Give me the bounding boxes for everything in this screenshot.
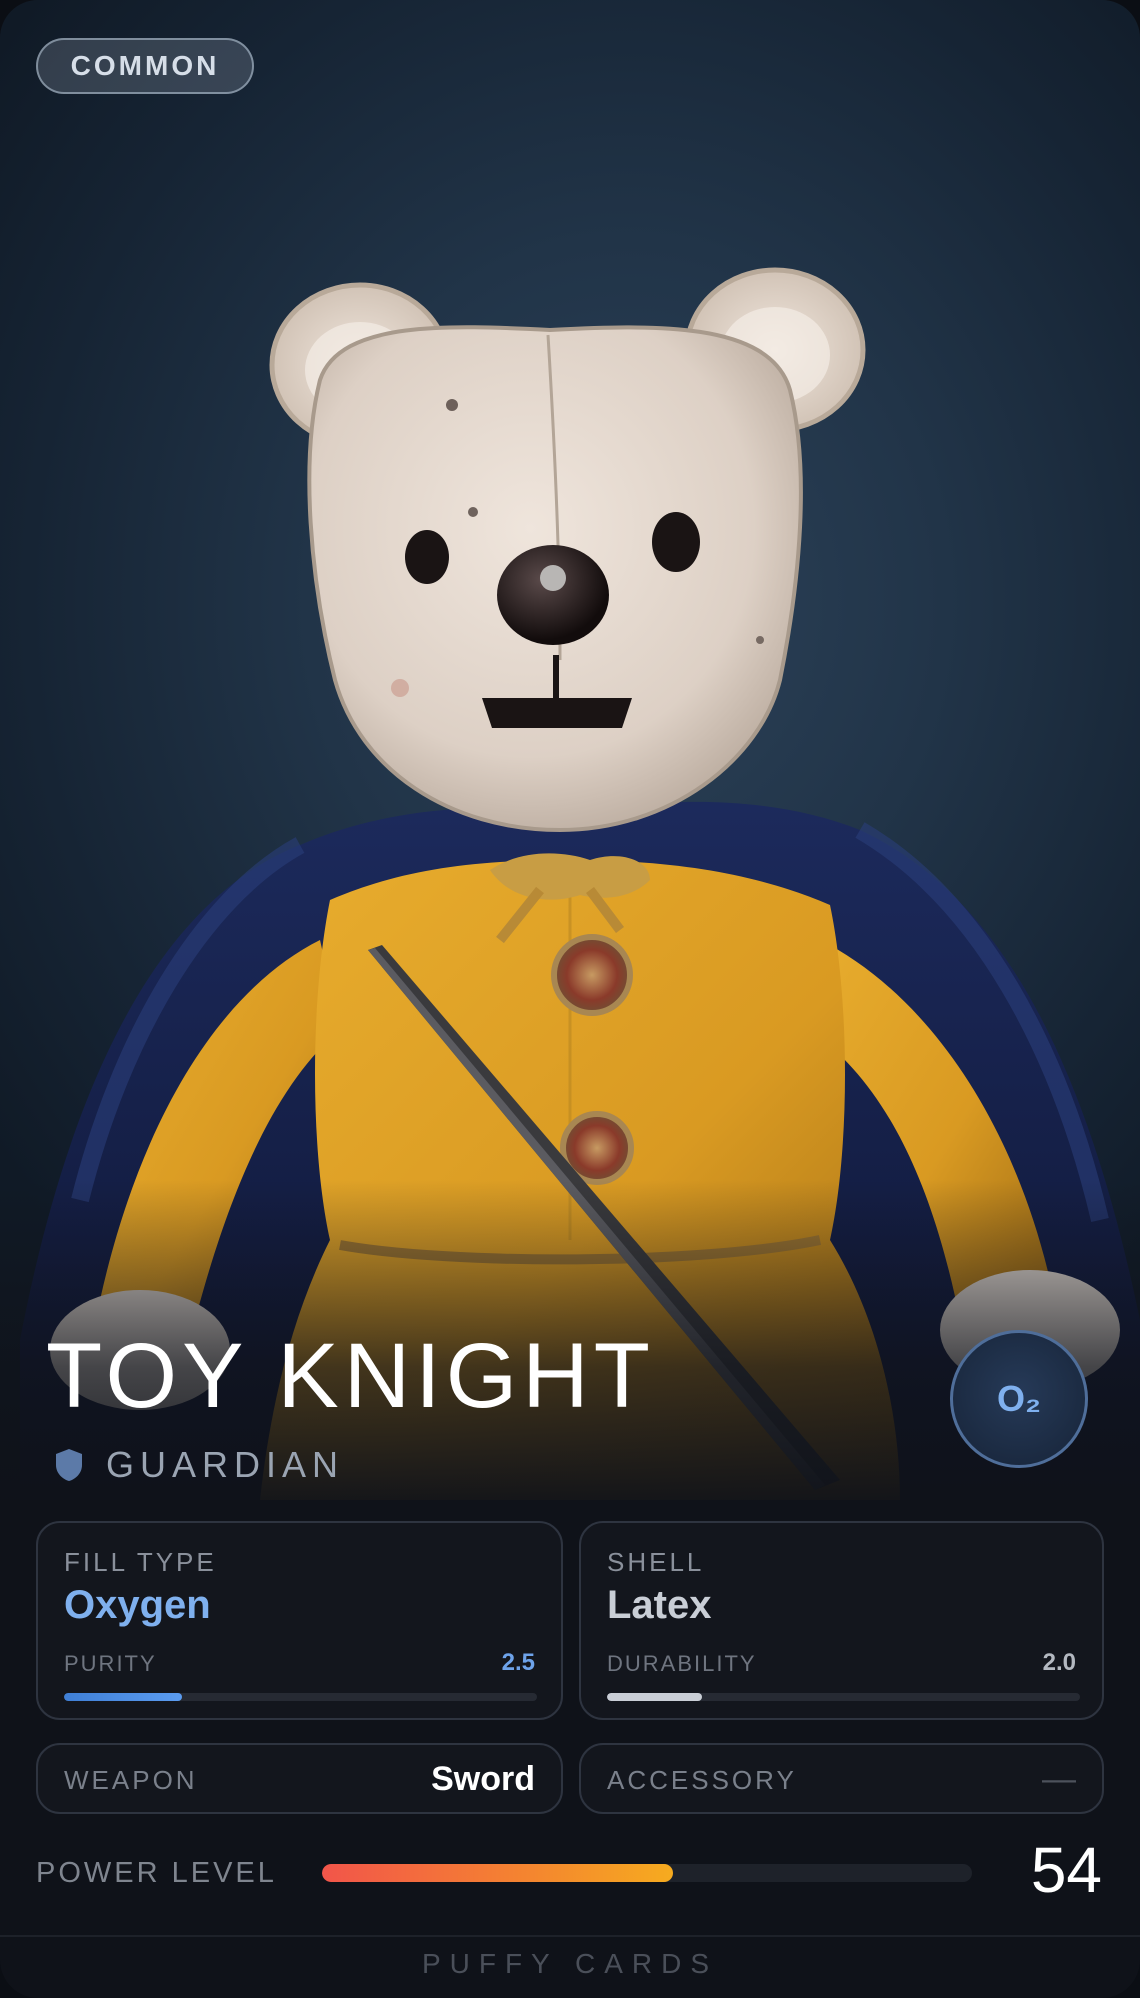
class-label: GUARDIAN bbox=[106, 1444, 345, 1485]
shell-panel: SHELL Latex DURABILITY 2.0 bbox=[579, 1521, 1104, 1720]
fill-type-panel: FILL TYPE Oxygen PURITY 2.5 bbox=[36, 1521, 563, 1720]
purity-label: PURITY bbox=[64, 1651, 157, 1676]
rarity-badge: COMMON bbox=[36, 38, 254, 94]
card-title: TOY KNIGHT bbox=[46, 1325, 655, 1427]
hero-artwork bbox=[0, 0, 1140, 1520]
power-level-value: 54 bbox=[1030, 1834, 1102, 1906]
character-card[interactable]: COMMON TOY KNIGHT GUARDIAN O₂ FILL TYPE … bbox=[0, 0, 1140, 1998]
shell-label: SHELL bbox=[607, 1547, 705, 1577]
power-level-bar-fill bbox=[322, 1864, 673, 1882]
element-symbol: O₂ bbox=[997, 1378, 1041, 1419]
accessory-label: ACCESSORY bbox=[607, 1765, 797, 1795]
power-level-bar bbox=[322, 1864, 972, 1882]
weapon-panel: WEAPON Sword bbox=[36, 1743, 563, 1814]
durability-bar bbox=[607, 1693, 1080, 1701]
weapon-value: Sword bbox=[431, 1760, 535, 1798]
weapon-label: WEAPON bbox=[64, 1765, 198, 1795]
purity-value: 2.5 bbox=[501, 1649, 535, 1676]
footer-brand: PUFFY CARDS bbox=[421, 1948, 719, 1979]
power-level-label: POWER LEVEL bbox=[36, 1857, 277, 1889]
shield-icon bbox=[56, 1449, 82, 1481]
accessory-panel: ACCESSORY — bbox=[579, 1743, 1104, 1814]
footer-divider bbox=[0, 1935, 1140, 1937]
element-badge[interactable]: O₂ bbox=[950, 1330, 1088, 1468]
accessory-value: — bbox=[1042, 1760, 1076, 1798]
fill-type-value: Oxygen bbox=[64, 1583, 211, 1627]
durability-value: 2.0 bbox=[1042, 1649, 1076, 1676]
durability-label: DURABILITY bbox=[607, 1651, 757, 1676]
purity-bar-fill bbox=[64, 1693, 183, 1701]
durability-bar-fill bbox=[607, 1693, 702, 1701]
fill-type-label: FILL TYPE bbox=[64, 1547, 217, 1577]
shell-value: Latex bbox=[607, 1583, 712, 1627]
class-row: GUARDIAN bbox=[54, 1444, 344, 1486]
purity-bar bbox=[64, 1693, 537, 1701]
